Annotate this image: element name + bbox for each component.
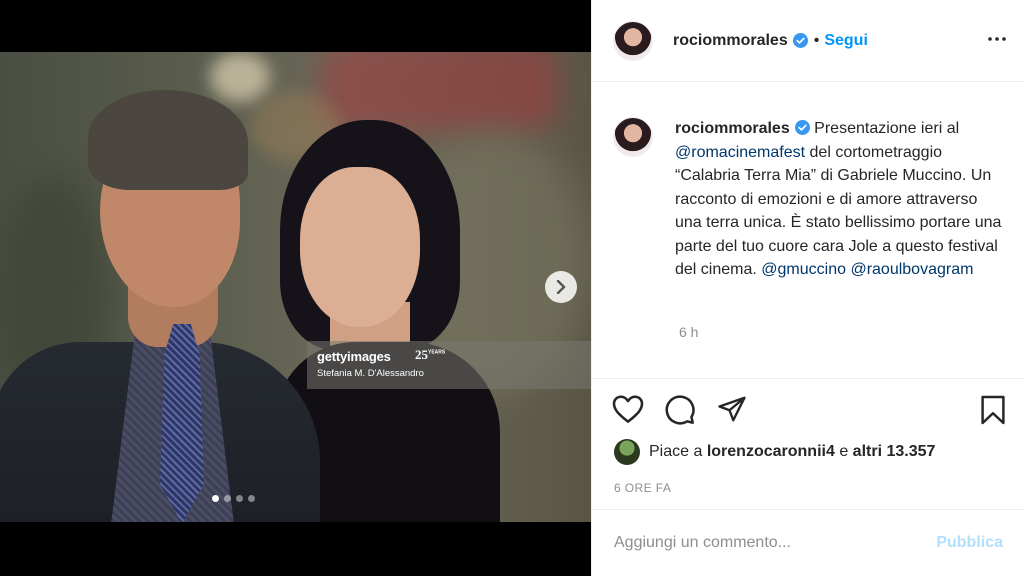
post-actions: Piace a lorenzocaronnii4 e altri 13.357 …: [592, 378, 1024, 508]
carousel-dot: [236, 495, 243, 502]
comment-input[interactable]: [614, 534, 937, 552]
post-timestamp[interactable]: 6 ORE FA: [614, 481, 671, 495]
action-icons: [612, 394, 748, 426]
avatar[interactable]: [613, 20, 653, 61]
watermark: gettyimages 25YEARS Stefania M. D'Alessa…: [307, 341, 591, 389]
publish-button[interactable]: Pubblica: [936, 534, 1003, 552]
instagram-post-view: gettyimages 25YEARS Stefania M. D'Alessa…: [0, 0, 1024, 576]
verified-badge-icon: [794, 120, 810, 135]
likes-summary: Piace a lorenzocaronnii4 e altri 13.357: [614, 439, 935, 465]
caption-avatar[interactable]: [613, 117, 653, 157]
verified-badge-icon: [792, 33, 808, 48]
post-header: rociommorales • Segui: [592, 0, 1024, 82]
likes-prefix: Piace a: [649, 443, 703, 460]
post-side-panel: rociommorales • Segui rociommorales Pres…: [591, 0, 1024, 576]
carousel-dot: [224, 495, 231, 502]
man-hair: [88, 90, 248, 190]
carousel-dot: [212, 495, 219, 502]
heart-icon[interactable]: [612, 394, 644, 424]
caption-time: 6 h: [679, 324, 699, 340]
separator: •: [813, 31, 820, 49]
watermark-badge-sub: YEARS: [428, 349, 446, 356]
liker-username[interactable]: lorenzocaronnii4: [707, 443, 835, 461]
man-tie: [160, 324, 204, 522]
more-options-icon[interactable]: [987, 31, 1007, 47]
watermark-badge-number: 25: [415, 347, 428, 362]
watermark-badge: 25YEARS: [415, 347, 445, 363]
mention-link[interactable]: @romacinemafest: [675, 144, 805, 161]
carousel-next-button[interactable]: [545, 271, 577, 303]
woman-face: [300, 167, 420, 327]
post-media: gettyimages 25YEARS Stefania M. D'Alessa…: [0, 0, 591, 576]
caption-text-2: del cortometraggio “Calabria Terra Mia” …: [675, 143, 1002, 279]
chevron-right-icon: [556, 280, 566, 294]
likes-joiner: e: [839, 443, 849, 460]
likes-count[interactable]: altri 13.357: [853, 443, 936, 461]
carousel-indicator: [212, 495, 255, 502]
background-light: [210, 52, 270, 102]
caption-text: rociommorales Presentazione ieri al @rom…: [675, 117, 1005, 282]
post-photo: gettyimages 25YEARS Stefania M. D'Alessa…: [0, 52, 591, 522]
post-caption: rociommorales Presentazione ieri al @rom…: [613, 117, 1013, 282]
caption-username[interactable]: rociommorales: [675, 120, 790, 137]
caption-text-1: Presentazione ieri al: [814, 120, 960, 137]
watermark-logo: gettyimages: [317, 349, 391, 364]
comment-box: Pubblica: [592, 509, 1024, 576]
follow-button[interactable]: Segui: [824, 32, 868, 50]
mention-link[interactable]: @gmuccino: [761, 261, 846, 278]
mention-link[interactable]: @raoulbovagram: [850, 261, 973, 278]
comment-icon[interactable]: [664, 394, 696, 426]
share-icon[interactable]: [716, 394, 748, 424]
liker-avatar[interactable]: [614, 439, 640, 465]
carousel-dot: [248, 495, 255, 502]
username-link[interactable]: rociommorales: [673, 32, 788, 50]
photographer-credit: Stefania M. D'Alessandro: [317, 368, 424, 379]
bookmark-icon[interactable]: [980, 394, 1006, 426]
